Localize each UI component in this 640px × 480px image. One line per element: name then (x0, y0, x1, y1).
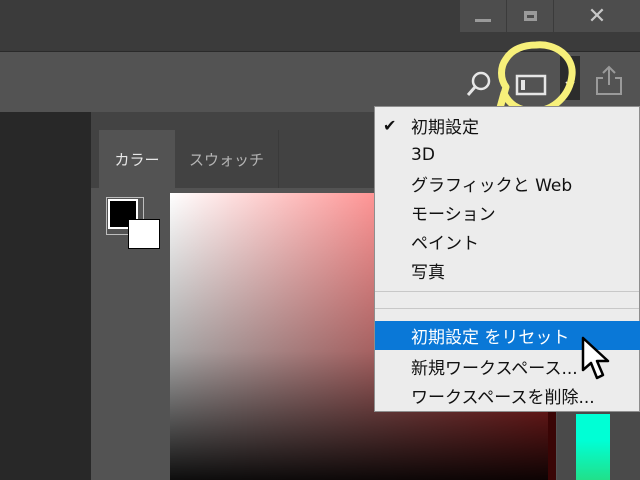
menu-item-label: 新規ワークスペース... (411, 359, 578, 379)
close-icon: ✕ (587, 3, 607, 29)
background-color-swatch[interactable] (128, 219, 160, 249)
menu-item-essentials[interactable]: ✔ 初期設定 (375, 111, 640, 140)
close-button[interactable]: ✕ (554, 0, 640, 32)
menu-item-paint[interactable]: ペイント (375, 227, 640, 256)
tab-color[interactable]: カラー (99, 130, 175, 188)
maximize-icon (523, 11, 537, 21)
minimize-icon (475, 18, 491, 22)
menu-item-delete-workspace[interactable]: ワークスペースを削除... (375, 381, 640, 410)
menu-item-label: ペイント (411, 234, 479, 254)
menu-item-graphics-web[interactable]: グラフィックと Web (375, 169, 640, 198)
menu-item-photography[interactable]: 写真 (375, 256, 640, 285)
mouse-cursor-icon (581, 336, 610, 380)
menu-item-motion[interactable]: モーション (375, 198, 640, 227)
menu-item-label: 初期設定 (411, 118, 479, 138)
tab-swatches[interactable]: スウォッチ (175, 130, 279, 188)
menu-item-3d[interactable]: 3D (375, 140, 640, 169)
hue-slider[interactable] (576, 414, 610, 480)
menu-item-label: モーション (411, 205, 496, 225)
share-icon[interactable] (594, 64, 624, 98)
search-icon[interactable] (466, 70, 494, 100)
minimize-button[interactable] (460, 0, 506, 32)
menu-separator (375, 291, 639, 292)
maximize-button[interactable] (507, 0, 553, 32)
checkmark-icon: ✔ (383, 116, 397, 135)
menu-item-label: グラフィックと Web (411, 176, 573, 196)
menu-item-label: ワークスペースを削除... (411, 388, 595, 408)
menu-item-label: 初期設定 をリセット (411, 328, 570, 348)
tools-area (0, 112, 91, 480)
menu-separator (375, 308, 639, 309)
menu-item-label: 3D (411, 144, 435, 165)
menu-item-label: 写真 (411, 263, 445, 283)
